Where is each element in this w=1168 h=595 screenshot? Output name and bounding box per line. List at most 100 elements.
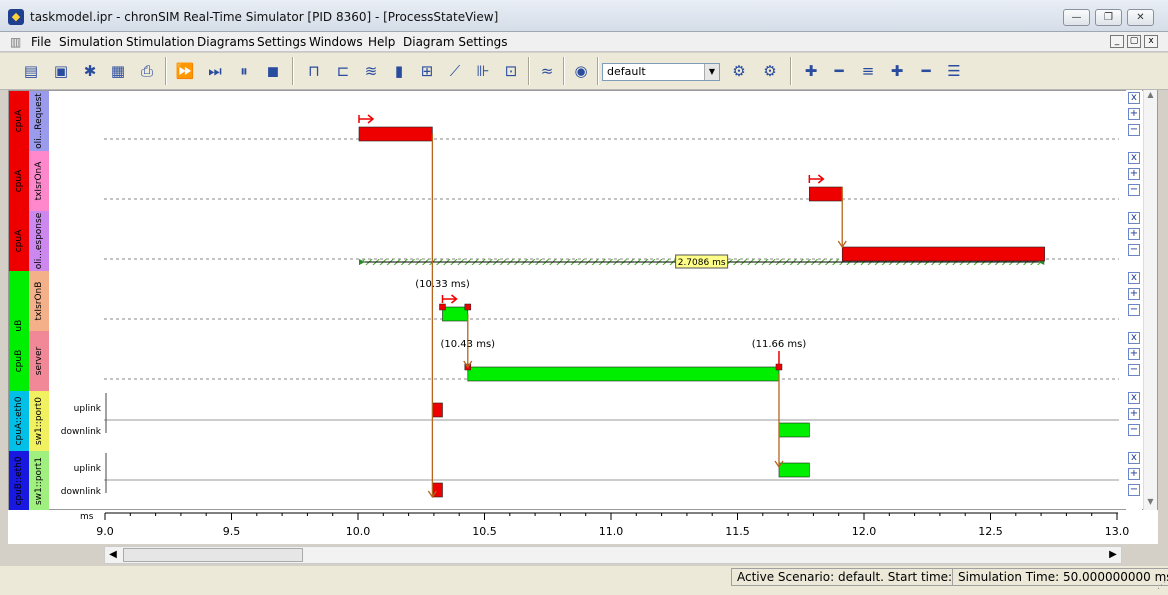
stack-chart-button[interactable]: ≋ — [358, 58, 384, 84]
save-button[interactable]: ▣ — [48, 58, 74, 84]
vertical-scrollbar[interactable]: ▲ ▼ — [1143, 90, 1157, 510]
signal-button[interactable]: ≈ — [534, 58, 560, 84]
toolbar-separator — [165, 57, 167, 85]
add-icon: ✚ — [890, 62, 904, 80]
remove-button[interactable]: ━ — [913, 58, 939, 84]
report-icon: ▦ — [110, 62, 126, 80]
build-button[interactable]: ✱ — [77, 58, 103, 84]
title-bar: ◆ taskmodel.ipr - chronSIM Real-Time Sim… — [0, 0, 1168, 32]
process-bar — [809, 186, 843, 202]
close-icon[interactable]: x — [1128, 92, 1140, 104]
remove-icon[interactable]: − — [1128, 484, 1140, 496]
waveform-button[interactable]: ⊓ — [301, 58, 327, 84]
align-rows-icon: ≡ — [861, 62, 875, 80]
add-icon[interactable]: + — [1128, 348, 1140, 360]
process-bar — [778, 422, 810, 438]
menu-diagram-settings[interactable]: Diagram Settings — [403, 35, 508, 49]
add-icon[interactable]: + — [1128, 108, 1140, 120]
add-icon[interactable]: + — [1128, 468, 1140, 480]
menu-windows[interactable]: Windows — [309, 35, 363, 49]
chevron-down-icon[interactable]: ▼ — [704, 64, 719, 80]
close-icon: ✕ — [1136, 12, 1145, 23]
open-button[interactable]: ▤ — [18, 58, 44, 84]
close-icon[interactable]: x — [1128, 452, 1140, 464]
report-button[interactable]: ▦ — [105, 58, 131, 84]
line-chart-button[interactable]: ⟋ — [442, 58, 468, 84]
list-icon: ☰ — [947, 62, 961, 80]
box-plot-button[interactable]: ⊞ — [414, 58, 440, 84]
menu-bar: ▥ File Simulation Stimulation Diagrams S… — [0, 32, 1168, 52]
timeline-plot: uplink downlink uplink downlink 2.7086 ms (10… — [61, 114, 1119, 499]
scroll-up-icon[interactable]: ▲ — [1144, 90, 1157, 103]
stop-button[interactable]: ◼ — [260, 58, 286, 84]
close-icon[interactable]: x — [1128, 272, 1140, 284]
x-axis-tick-label: 10.5 — [472, 525, 497, 538]
remove-icon[interactable]: − — [1128, 424, 1140, 436]
pause-button[interactable]: ⏸ — [231, 58, 257, 84]
scroll-right-icon[interactable]: ▶ — [1105, 547, 1121, 563]
bar-chart-button[interactable]: ⊪ — [470, 58, 496, 84]
process-bar — [778, 462, 810, 478]
x-axis-tick-label: 13.0 — [1105, 525, 1130, 538]
remove-row-button[interactable]: ━ — [826, 58, 852, 84]
histogram-button[interactable]: ▮ — [386, 58, 412, 84]
close-icon[interactable]: x — [1128, 212, 1140, 224]
waveform-icon: ⊓ — [308, 62, 320, 80]
add-button[interactable]: ✚ — [884, 58, 910, 84]
menu-help[interactable]: Help — [368, 35, 395, 49]
menu-diagrams[interactable]: Diagrams — [197, 35, 255, 49]
resize-grip-icon[interactable]: ⋰ — [1157, 581, 1166, 591]
menu-file[interactable]: File — [31, 35, 51, 49]
add-icon[interactable]: + — [1128, 228, 1140, 240]
toolbar-separator — [563, 57, 565, 85]
restore-button[interactable]: ❐ — [1095, 9, 1122, 26]
run-fast-button[interactable]: ⏩ — [172, 58, 198, 84]
line-chart-icon: ⟋ — [449, 62, 461, 80]
add-row-button[interactable]: ✚ — [798, 58, 824, 84]
eye-icon: ◉ — [574, 62, 588, 80]
scroll-thumb[interactable] — [123, 548, 303, 562]
menu-settings[interactable]: Settings — [257, 35, 306, 49]
scenario-edit-button[interactable]: ⚙ — [757, 58, 783, 84]
status-scenario: Active Scenario: default. Start time: 0 … — [731, 568, 988, 586]
toolbar-separator — [597, 57, 599, 85]
remove-icon[interactable]: − — [1128, 304, 1140, 316]
scenario-select[interactable]: default ▼ — [602, 63, 720, 81]
run-fast-icon: ⏩ — [175, 62, 195, 80]
x-axis-tick-label: 9.0 — [96, 525, 114, 538]
remove-icon[interactable]: − — [1128, 124, 1140, 136]
timing-button[interactable]: ⊡ — [498, 58, 524, 84]
window-title: taskmodel.ipr - chronSIM Real-Time Simul… — [30, 10, 499, 24]
add-icon[interactable]: + — [1128, 288, 1140, 300]
close-button[interactable]: ✕ — [1127, 9, 1154, 26]
mdi-minimize-button[interactable]: _ — [1110, 35, 1124, 48]
step-button[interactable]: ⏭ — [202, 58, 228, 84]
minimize-button[interactable]: — — [1063, 9, 1090, 26]
scenario-config-button[interactable]: ⚙ — [726, 58, 752, 84]
remove-icon[interactable]: − — [1128, 184, 1140, 196]
remove-icon[interactable]: − — [1128, 364, 1140, 376]
activation-icon — [441, 294, 458, 304]
scroll-down-icon[interactable]: ▼ — [1144, 497, 1157, 510]
mdi-close-button[interactable]: x — [1144, 35, 1158, 48]
remove-icon[interactable]: − — [1128, 244, 1140, 256]
close-icon[interactable]: x — [1128, 392, 1140, 404]
toolbar-separator — [528, 57, 530, 85]
horizontal-scrollbar[interactable]: ◀ ▶ — [104, 546, 1122, 564]
task-chart-button[interactable]: ⊏ — [330, 58, 356, 84]
menu-stimulation[interactable]: Stimulation — [126, 35, 195, 49]
channel-label: uplink — [74, 464, 102, 474]
eye-button[interactable]: ◉ — [568, 58, 594, 84]
menu-simulation[interactable]: Simulation — [59, 35, 123, 49]
list-button[interactable]: ☰ — [941, 58, 967, 84]
scroll-left-icon[interactable]: ◀ — [105, 547, 121, 563]
close-icon[interactable]: x — [1128, 332, 1140, 344]
add-icon[interactable]: + — [1128, 168, 1140, 180]
close-icon[interactable]: x — [1128, 152, 1140, 164]
row-controls: x + − x + − x + − x + − x + − x + − x + − — [1126, 90, 1142, 510]
align-rows-button[interactable]: ≡ — [855, 58, 881, 84]
add-icon[interactable]: + — [1128, 408, 1140, 420]
mdi-restore-button[interactable]: ▢ — [1127, 35, 1141, 48]
print-button[interactable]: ⎙ — [134, 58, 160, 84]
status-simulation-time: Simulation Time: 50.000000000 ms — [952, 568, 1168, 586]
